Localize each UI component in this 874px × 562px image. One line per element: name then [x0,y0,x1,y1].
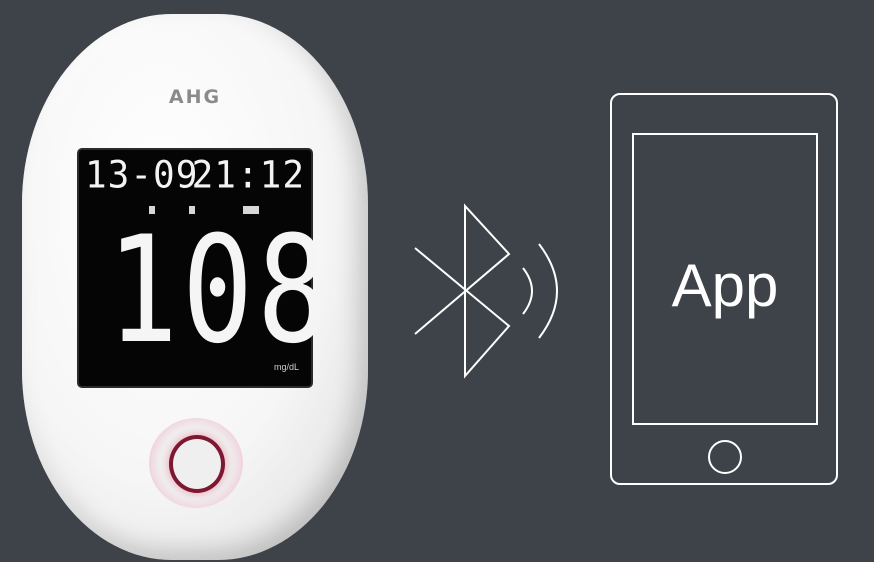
meter-brand-logo: AHG [168,86,222,108]
scene: AHG 13-09 21:12 108 mg/dL App [0,0,874,562]
app-label: App [671,252,779,319]
glucose-meter: AHG 13-09 21:12 108 mg/dL [22,14,368,560]
bluetooth-icon [414,203,558,379]
meter-date: 13-09 [85,153,199,197]
signal-waves-icon [522,243,558,339]
reading-unit: mg/dL [273,362,299,372]
bluetooth-connection [405,196,585,386]
meter-time: 21:12 [191,153,305,197]
meter-button[interactable] [149,418,243,508]
tablet-device: App [610,93,838,485]
tablet-screen: App [632,133,818,425]
glucose-reading: 108 [107,203,333,376]
home-button-icon [708,440,742,474]
power-button-icon [169,435,225,493]
meter-display: 13-09 21:12 108 mg/dL [79,150,333,386]
